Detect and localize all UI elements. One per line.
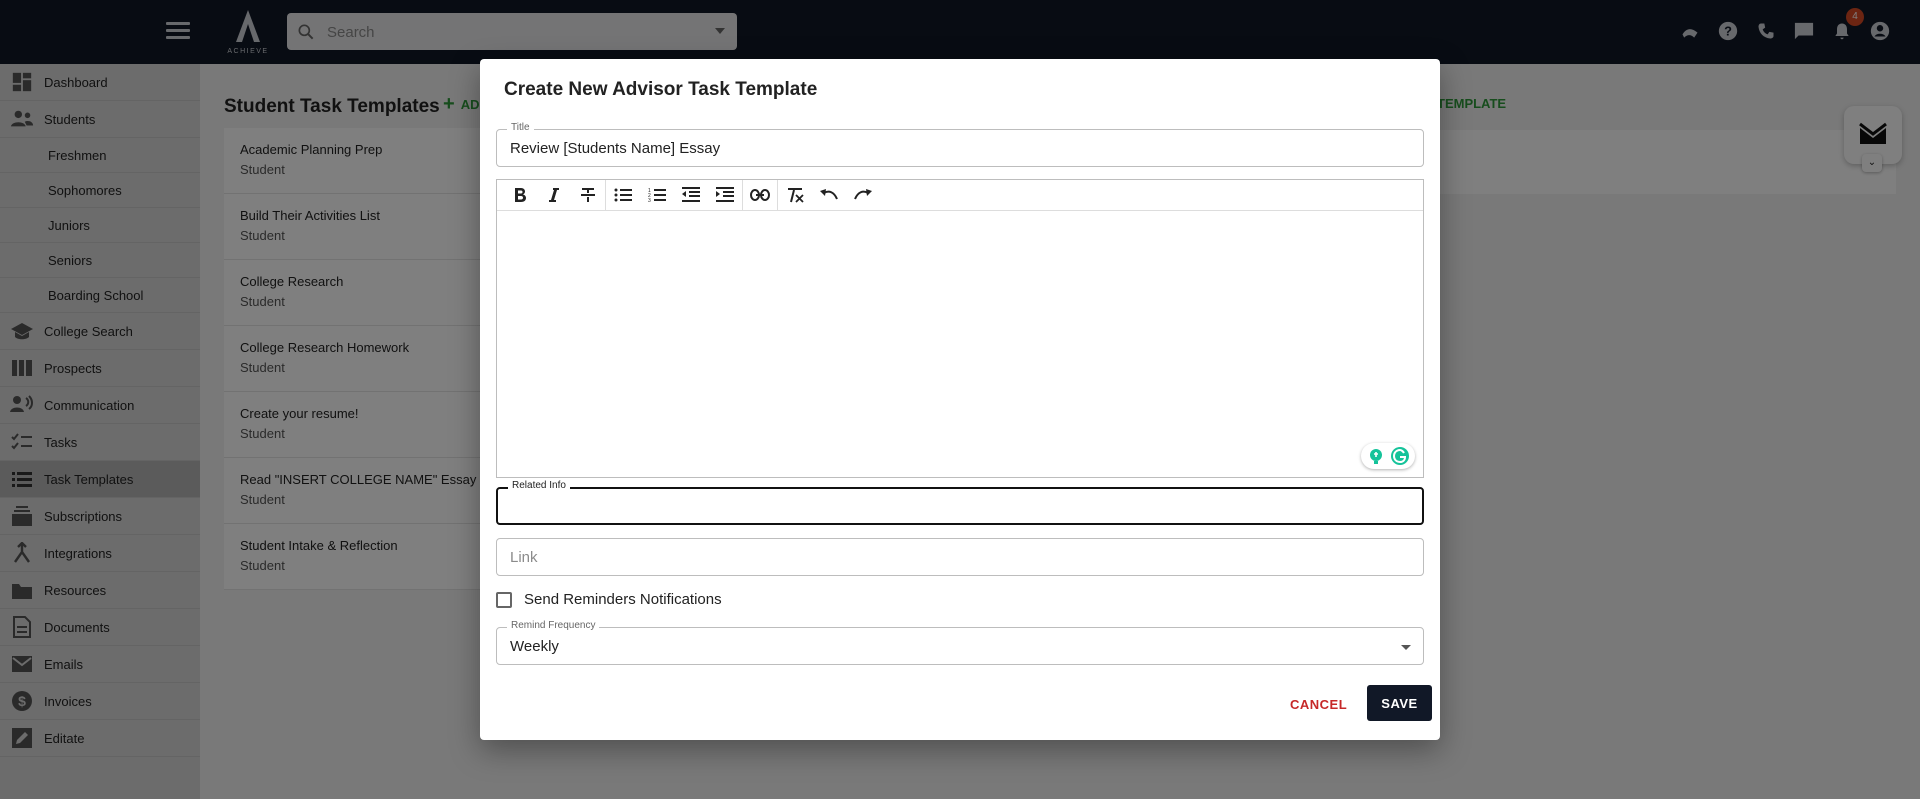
link-icon[interactable] [743, 180, 777, 210]
dialog-title: Create New Advisor Task Template [504, 79, 818, 100]
related-info-input[interactable] [511, 489, 1391, 523]
redo-icon[interactable] [846, 180, 880, 210]
lightbulb-icon [1369, 449, 1382, 464]
bullet-list-icon[interactable] [606, 180, 640, 210]
clear-format-icon[interactable] [778, 180, 812, 210]
bold-icon[interactable] [503, 180, 537, 210]
save-button[interactable]: SAVE [1367, 685, 1432, 721]
title-field[interactable]: Title [496, 122, 1424, 167]
send-reminders-label: Send Reminders Notifications [524, 591, 722, 608]
strikethrough-icon[interactable] [571, 180, 605, 210]
link-input[interactable] [510, 539, 1390, 575]
title-input[interactable] [510, 130, 1390, 166]
related-info-field[interactable]: Related Info [496, 480, 1424, 525]
editor-content[interactable] [497, 211, 1423, 477]
remind-frequency-value: Weekly [510, 638, 559, 655]
italic-icon[interactable] [537, 180, 571, 210]
grammarly-widget[interactable] [1361, 443, 1415, 469]
send-reminders-checkbox[interactable] [496, 591, 512, 608]
cancel-button[interactable]: CANCEL [1290, 697, 1347, 712]
numbered-list-icon[interactable]: 123 [640, 180, 674, 210]
indent-icon[interactable] [708, 180, 742, 210]
create-template-dialog: Create New Advisor Task Template Title 1… [480, 59, 1440, 740]
rich-text-editor: 123 [496, 179, 1424, 478]
undo-icon[interactable] [812, 180, 846, 210]
editor-toolbar: 123 [497, 179, 1423, 211]
grammarly-icon [1390, 447, 1409, 465]
send-reminders-checkbox-row[interactable]: Send Reminders Notifications [496, 591, 722, 608]
remind-frequency-select[interactable]: Remind Frequency Weekly [496, 620, 1424, 665]
svg-text:3: 3 [648, 198, 651, 203]
link-field[interactable] [496, 538, 1424, 576]
remind-frequency-label: Remind Frequency [507, 620, 600, 631]
outdent-icon[interactable] [674, 180, 708, 210]
chevron-down-icon[interactable] [1401, 645, 1411, 650]
